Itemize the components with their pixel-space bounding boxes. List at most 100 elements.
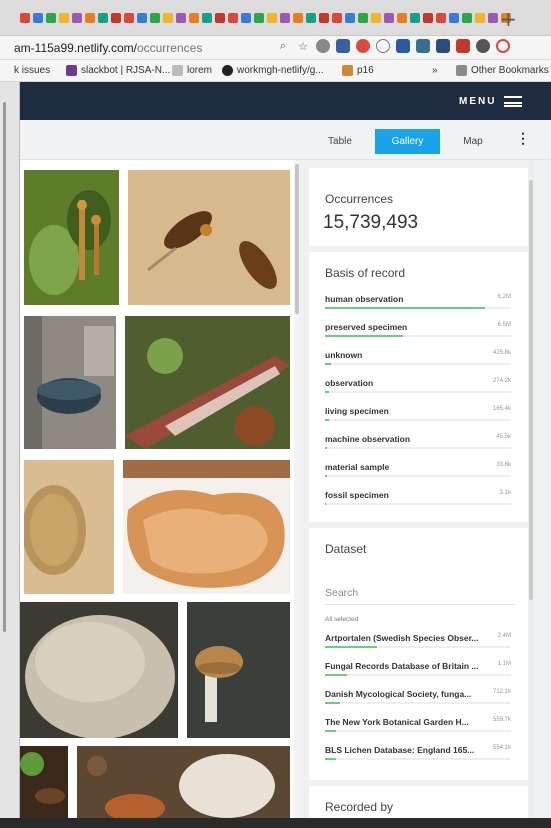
- facet-bar-track: [325, 363, 511, 365]
- tab-favicon-icon[interactable]: [306, 13, 316, 23]
- bookmark-item[interactable]: lorem: [172, 65, 212, 76]
- bookmark-item[interactable]: p16: [342, 65, 374, 76]
- tab-favicon-icon[interactable]: [85, 13, 95, 23]
- bookmark-item[interactable]: slackbot | RJSA-N...: [66, 65, 170, 76]
- bookmark-item[interactable]: Other Bookmarks: [456, 65, 549, 76]
- tab-favicon-icon[interactable]: [176, 13, 186, 23]
- tab-favicon-icon[interactable]: [475, 13, 485, 23]
- extension-icon[interactable]: [336, 39, 350, 53]
- basis-of-record-row[interactable]: unknown 425.8k: [325, 350, 511, 378]
- extension-icon[interactable]: [416, 39, 430, 53]
- bookmark-item[interactable]: workmgh-netlify/g...: [222, 65, 324, 76]
- tab-favicon-icon[interactable]: [111, 13, 121, 23]
- dataset-row[interactable]: Artportalen (Swedish Species Obser... 2.4…: [325, 633, 511, 661]
- basis-of-record-row[interactable]: fossil specimen 3.1k: [325, 490, 511, 518]
- gallery-photo-puffball[interactable]: [20, 602, 178, 738]
- extension-icon[interactable]: [496, 39, 510, 53]
- gallery-photo-white-mushroom[interactable]: [77, 746, 290, 818]
- new-tab-button[interactable]: +: [500, 7, 517, 31]
- tab-favicon-icon[interactable]: [280, 13, 290, 23]
- address-bar[interactable]: am-115a99.netlify.com/occurrences ⌕ ☆: [0, 36, 551, 60]
- gallery-photo-mushroom[interactable]: [187, 602, 290, 738]
- tab-favicon-icon[interactable]: [332, 13, 342, 23]
- tab-favicon-icon[interactable]: [163, 13, 173, 23]
- tab-favicon-icon[interactable]: [371, 13, 381, 23]
- tab-favicon-icon[interactable]: [189, 13, 199, 23]
- gallery-photo-moss[interactable]: [20, 746, 68, 818]
- gallery-photo-seeds[interactable]: [128, 170, 290, 305]
- tab-favicon-icon[interactable]: [449, 13, 459, 23]
- bookmark-item[interactable]: k issues: [14, 65, 50, 76]
- tab-favicon-icon[interactable]: [215, 13, 225, 23]
- tab-favicon-icon[interactable]: [72, 13, 82, 23]
- tab-favicon-icon[interactable]: [319, 13, 329, 23]
- tab-favicon-icon[interactable]: [384, 13, 394, 23]
- tab-favicon-icon[interactable]: [46, 13, 56, 23]
- extension-icon[interactable]: [436, 39, 450, 53]
- tab-favicon-icon[interactable]: [202, 13, 212, 23]
- extension-icon[interactable]: [316, 39, 330, 53]
- tab-favicon-icon[interactable]: [410, 13, 420, 23]
- dataset-search-input[interactable]: Search: [325, 587, 358, 599]
- gallery-photo-bark[interactable]: [125, 316, 290, 449]
- tab-map[interactable]: Map: [448, 129, 498, 154]
- tab-favicon-icon[interactable]: [462, 13, 472, 23]
- facet-count: 45.5k: [496, 434, 511, 440]
- tab-favicon-icon[interactable]: [488, 13, 498, 23]
- dataset-row[interactable]: The New York Botanical Garden H... 559.7k: [325, 717, 511, 745]
- tab-favicon-icon[interactable]: [137, 13, 147, 23]
- dataset-row[interactable]: BLS Lichen Database: England 165... 554.1…: [325, 745, 511, 773]
- tab-favicon-icon[interactable]: [124, 13, 134, 23]
- all-selected-label[interactable]: All selected: [325, 616, 358, 623]
- panel-scrollbar-thumb[interactable]: [529, 180, 533, 600]
- dataset-row[interactable]: Danish Mycological Society, funga... 712.…: [325, 689, 511, 717]
- basis-of-record-row[interactable]: observation 274.2k: [325, 378, 511, 406]
- tab-favicon-icon[interactable]: [358, 13, 368, 23]
- hamburger-icon[interactable]: [504, 96, 522, 107]
- url-text[interactable]: am-115a99.netlify.com/occurrences: [14, 41, 202, 55]
- tab-favicon-strip[interactable]: [20, 13, 511, 23]
- menu-label[interactable]: MENU: [459, 96, 496, 107]
- tab-favicon-icon[interactable]: [397, 13, 407, 23]
- extension-icon[interactable]: [376, 39, 390, 53]
- extension-icon[interactable]: [456, 39, 470, 53]
- tab-favicon-icon[interactable]: [33, 13, 43, 23]
- gallery-photo-polypore[interactable]: [123, 460, 290, 594]
- tab-favicon-icon[interactable]: [228, 13, 238, 23]
- occurrences-title: Occurrences: [325, 192, 394, 206]
- zoom-icon[interactable]: ⌕: [276, 39, 290, 53]
- panel-scrollbar[interactable]: [528, 160, 534, 818]
- tab-gallery[interactable]: Gallery: [375, 129, 440, 154]
- basis-of-record-row[interactable]: material sample 33.6k: [325, 462, 511, 490]
- dataset-row[interactable]: Fungal Records Database of Britain ... 1.…: [325, 661, 511, 689]
- star-icon[interactable]: ☆: [296, 39, 310, 53]
- extension-icon[interactable]: [396, 39, 410, 53]
- facet-bar-track: [325, 419, 511, 421]
- basis-of-record-row[interactable]: living specimen 165.4k: [325, 406, 511, 434]
- gallery-scrollbar-thumb[interactable]: [295, 164, 299, 314]
- tab-favicon-icon[interactable]: [20, 13, 30, 23]
- basis-of-record-row[interactable]: human observation 6.2M: [325, 294, 511, 322]
- tab-favicon-icon[interactable]: [267, 13, 277, 23]
- tab-favicon-icon[interactable]: [150, 13, 160, 23]
- tab-favicon-icon[interactable]: [241, 13, 251, 23]
- basis-of-record-row[interactable]: machine observation 45.5k: [325, 434, 511, 462]
- tab-favicon-icon[interactable]: [293, 13, 303, 23]
- more-options-icon[interactable]: ⋮: [516, 130, 530, 147]
- basis-of-record-row[interactable]: preserved specimen 6.5M: [325, 322, 511, 350]
- tab-favicon-icon[interactable]: [423, 13, 433, 23]
- gallery-photo-specimen[interactable]: [24, 460, 114, 594]
- tab-favicon-icon[interactable]: [254, 13, 264, 23]
- profile-avatar[interactable]: [476, 39, 490, 53]
- tab-favicon-icon[interactable]: [98, 13, 108, 23]
- gallery-photo-plant[interactable]: [24, 170, 119, 305]
- gallery-photo-bracket-fungus[interactable]: [24, 316, 116, 449]
- background-window: [0, 82, 20, 828]
- extension-icon[interactable]: [356, 39, 370, 53]
- bookmark-item[interactable]: »: [432, 65, 438, 76]
- page-icon: [172, 65, 183, 76]
- tab-favicon-icon[interactable]: [59, 13, 69, 23]
- tab-table[interactable]: Table: [315, 129, 365, 154]
- tab-favicon-icon[interactable]: [436, 13, 446, 23]
- tab-favicon-icon[interactable]: [345, 13, 355, 23]
